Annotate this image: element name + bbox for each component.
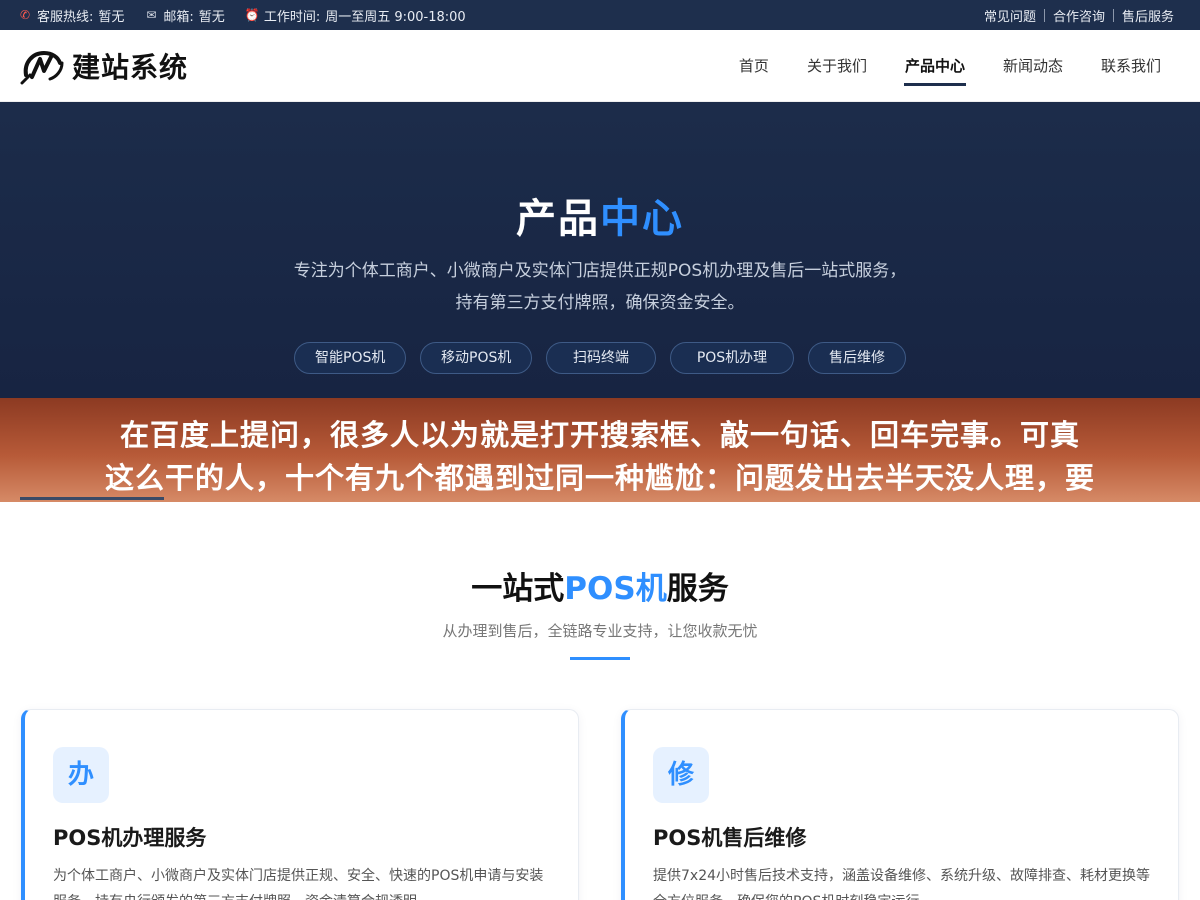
hours-value: 周一至周五 9:00-18:00 (325, 9, 466, 25)
pill-mobile-pos[interactable]: 移动POS机 (420, 342, 532, 374)
email-value: 暂无 (198, 9, 225, 25)
site-header: 建站系统 首页 关于我们 产品中心 新闻动态 联系我们 (0, 30, 1200, 102)
category-pills: 智能POS机 移动POS机 扫码终端 POS机办理 售后维修 (0, 342, 1200, 374)
overlay-text-banner: 在百度上提问，很多人以为就是打开搜索框、敲一句话、回车完事。可真 这么干的人，十… (0, 398, 1200, 502)
hero-title-part: 产品 (516, 196, 600, 242)
nav-home[interactable]: 首页 (720, 30, 788, 102)
hero-description: 专注为个体工商户、小微商户及实体门店提供正规POS机办理及售后一站式服务，持有第… (293, 261, 907, 313)
section-subtitle: 从办理到售后，全链路专业支持，让您收款无忧 (442, 622, 758, 640)
card-title: POS机办理服务 (53, 826, 207, 850)
pill-repair[interactable]: 售后维修 (808, 342, 906, 374)
card-description: 提供7x24小时售后技术支持，涵盖设备维修、系统升级、故障排查、耗材更换等全方位… (653, 868, 1151, 900)
tab-underline (20, 497, 164, 500)
section-title: 一站式POS机服务 (0, 563, 1200, 608)
phone-icon: ✆ (19, 8, 31, 22)
logo-mark-icon (20, 50, 64, 84)
logo-text: 建站系统 (72, 50, 189, 84)
service-card-repair[interactable]: 修 POS机售后维修 提供7x24小时售后技术支持，涵盖设备维修、系统升级、故障… (621, 709, 1179, 900)
logo[interactable]: 建站系统 (20, 45, 188, 87)
section-title-part: 服务 (666, 571, 729, 607)
hours-info: ⏰ 工作时间: 周一至周五 9:00-18:00 (245, 6, 466, 25)
card-title: POS机售后维修 (653, 826, 807, 850)
section-accent-bar (570, 657, 630, 660)
card-description: 为个体工商户、小微商户及实体门店提供正规、安全、快速的POS机申请与安装服务，持… (53, 868, 544, 900)
section-title-part: 一站式 (471, 571, 565, 607)
nav-about[interactable]: 关于我们 (788, 30, 886, 102)
apply-badge-icon: 办 (53, 747, 109, 803)
pill-scan-terminal[interactable]: 扫码终端 (546, 342, 656, 374)
hero-title-highlight: 中心 (600, 196, 684, 242)
section-title-highlight: POS机 (564, 571, 667, 607)
hotline-label: 客服热线: (37, 9, 94, 25)
email-label: 邮箱: (163, 9, 194, 25)
banner-line-2: 这么干的人，十个有九个都遇到过同一种尴尬：问题发出去半天没人理，要 (104, 461, 1095, 495)
nav-products[interactable]: 产品中心 (886, 30, 984, 102)
main-nav: 首页 关于我们 产品中心 新闻动态 联系我们 (720, 30, 1180, 102)
pill-pos-apply[interactable]: POS机办理 (670, 342, 794, 374)
mail-icon: ✉ (146, 8, 157, 22)
banner-line-1: 在百度上提问，很多人以为就是打开搜索框、敲一句话、回车完事。可真 (119, 418, 1080, 452)
email-info: ✉ 邮箱: 暂无 (144, 6, 224, 25)
hours-label: 工作时间: (263, 9, 321, 25)
hotline-info: ✆ 客服热线: 暂无 (18, 6, 124, 25)
repair-badge-icon: 修 (653, 747, 709, 803)
service-card-apply[interactable]: 办 POS机办理服务 为个体工商户、小微商户及实体门店提供正规、安全、快速的PO… (21, 709, 579, 900)
nav-contact[interactable]: 联系我们 (1082, 30, 1180, 102)
link-after-sales[interactable]: 售后服务 (1114, 6, 1182, 25)
hotline-value: 暂无 (98, 9, 125, 25)
top-info-bar: ✆ 客服热线: 暂无 ✉ 邮箱: 暂无 ⏰ 工作时间: 周一至周五 9:00-1… (0, 0, 1200, 30)
link-cooperation[interactable]: 合作咨询 (1045, 6, 1113, 25)
nav-news[interactable]: 新闻动态 (984, 30, 1082, 102)
link-faq[interactable]: 常见问题 (976, 6, 1044, 25)
clock-icon: ⏰ (244, 8, 260, 22)
hero-title: 产品中心 (0, 186, 1200, 244)
pill-smart-pos[interactable]: 智能POS机 (294, 342, 406, 374)
hero-section: 产品中心 专注为个体工商户、小微商户及实体门店提供正规POS机办理及售后一站式服… (0, 102, 1200, 398)
